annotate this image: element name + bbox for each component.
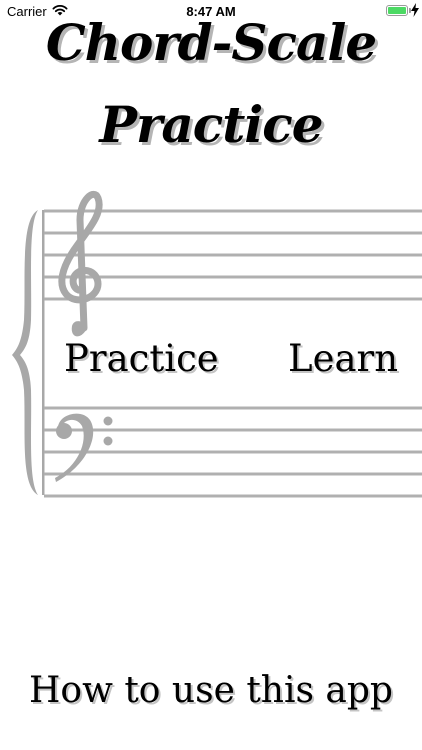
app-title-line-1: Chord-Scale: [45, 13, 377, 72]
bass-clef-icon: [55, 413, 113, 482]
grand-staff-brace-icon: [12, 210, 38, 495]
learn-link[interactable]: Learn: [288, 340, 398, 377]
app-screen: Carrier 8:47 AM Chord-Scale Practice Pra…: [0, 0, 422, 750]
battery-icon: [386, 5, 408, 16]
app-title-line-2: Practice: [99, 95, 323, 154]
treble-clef-icon: [58, 191, 103, 337]
battery-level-fill: [388, 7, 406, 14]
charging-bolt-icon: [411, 3, 419, 17]
practice-link[interactable]: Practice: [64, 340, 219, 377]
bass-staff-lines: [44, 406, 422, 498]
how-to-use-link[interactable]: How to use this app: [0, 673, 422, 709]
